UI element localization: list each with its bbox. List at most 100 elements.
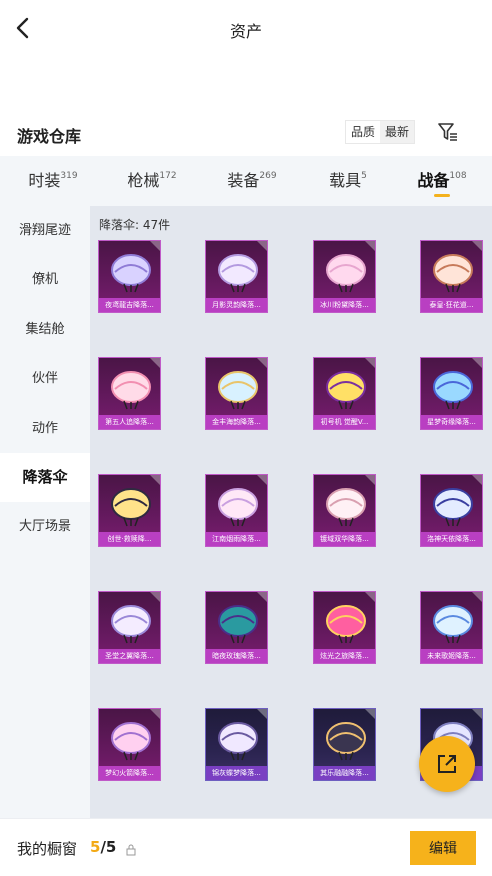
parachute-name: 金丰海韵降落... — [206, 415, 267, 429]
page-title: 资产 — [229, 22, 262, 41]
parachute-card[interactable]: 炫光之旅降落... — [313, 591, 376, 664]
parachute-icon — [433, 371, 473, 410]
parachute-icon — [326, 605, 366, 644]
parachute-icon — [218, 488, 258, 527]
parachute-icon — [218, 371, 258, 410]
filter-icon[interactable] — [437, 121, 459, 143]
parachute-card[interactable]: 创世·救赎降... — [98, 474, 161, 547]
parachute-icon — [326, 254, 366, 293]
lock-icon — [126, 841, 136, 856]
sort-latest-button[interactable]: 最新 — [380, 121, 415, 143]
category-tabs: 时装319 枪械172 装备269 载具5 战备108 — [0, 156, 492, 206]
parachute-card[interactable]: 其乐融融降落... — [313, 708, 376, 781]
parachute-card[interactable]: 第五人追降落... — [98, 357, 161, 430]
parachute-icon — [218, 605, 258, 644]
parachute-name: 江南烟雨降落... — [206, 532, 267, 546]
parachute-icon — [111, 371, 151, 410]
bottom-bar: 我的橱窗 5/5 编辑 — [0, 818, 492, 876]
parachute-name: 第五人追降落... — [99, 415, 160, 429]
parachute-card[interactable]: 未来歌姬降落... — [420, 591, 483, 664]
tab-label: 枪械 — [127, 171, 160, 190]
showcase-total: /5 — [100, 838, 117, 856]
tab-count: 172 — [159, 170, 177, 181]
parachute-name: 星梦奇缘降落... — [421, 415, 482, 429]
sort-quality-button[interactable]: 品质 — [346, 121, 380, 143]
showcase-used: 5 — [90, 838, 101, 856]
parachute-icon — [433, 488, 473, 527]
item-grid: 降落伞: 47件 夜鸢龍吉降落... 月影灵韵降落... 冰川粉黛降落... 泰皇·狂… — [90, 206, 492, 818]
top-bar: 资产 — [0, 0, 492, 58]
parachute-card[interactable]: 锦灰蝶梦降落... — [205, 708, 268, 781]
parachute-card[interactable]: 金丰海韵降落... — [205, 357, 268, 430]
parachute-card[interactable]: 江南烟雨降落... — [205, 474, 268, 547]
tab-equipment[interactable]: 装备269 — [204, 156, 300, 206]
parachute-icon — [326, 722, 366, 761]
sidebar-item-wingman[interactable]: 僚机 — [0, 255, 90, 304]
showcase-count: 5/5 — [90, 838, 116, 856]
tab-label: 时装 — [28, 171, 61, 190]
parachute-icon — [433, 605, 473, 644]
parachute-name: 圣堂之翼降落... — [99, 649, 160, 663]
parachute-name: 锦灰蝶梦降落... — [206, 766, 267, 780]
parachute-card[interactable]: 洛神天依降落... — [420, 474, 483, 547]
parachute-name: 创世·救赎降... — [99, 532, 160, 546]
parachute-card[interactable]: 星梦奇缘降落... — [420, 357, 483, 430]
parachute-icon — [218, 722, 258, 761]
parachute-card[interactable]: 冰川粉黛降落... — [313, 240, 376, 313]
parachute-card[interactable]: 初号机 觉醒V... — [313, 357, 376, 430]
tab-vehicles[interactable]: 载具5 — [300, 156, 396, 206]
warehouse-title: 游戏仓库 — [17, 127, 82, 146]
parachute-name: 梦幻火箭降落... — [99, 766, 160, 780]
parachute-name: 炫光之旅降落... — [314, 649, 375, 663]
parachute-card[interactable]: 圣堂之翼降落... — [98, 591, 161, 664]
parachute-card[interactable]: 暗夜玫瑰降落... — [205, 591, 268, 664]
tab-count: 319 — [60, 170, 78, 181]
tab-fashion[interactable]: 时装319 — [5, 156, 101, 206]
parachute-name: 泰皇·狂花道... — [421, 298, 482, 312]
sidebar-item-lobby-scene[interactable]: 大厅场景 — [0, 502, 90, 551]
tab-count: 269 — [259, 170, 277, 181]
parachute-name: 初号机 觉醒V... — [314, 415, 375, 429]
parachute-icon — [326, 488, 366, 527]
tab-label: 装备 — [227, 171, 260, 190]
showcase-label: 我的橱窗 — [17, 840, 78, 858]
parachute-icon — [111, 605, 151, 644]
sidebar-item-companion[interactable]: 伙伴 — [0, 354, 90, 403]
sidebar-item-pod[interactable]: 集结舱 — [0, 305, 90, 354]
parachute-card[interactable]: 月影灵韵降落... — [205, 240, 268, 313]
sidebar-item-glide-trail[interactable]: 滑翔尾迹 — [0, 206, 90, 255]
parachute-name: 冰川粉黛降落... — [314, 298, 375, 312]
parachute-name: 夜鸢龍吉降落... — [99, 298, 160, 312]
edit-button[interactable]: 编辑 — [410, 831, 476, 865]
parachute-card[interactable]: 夜鸢龍吉降落... — [98, 240, 161, 313]
parachute-icon — [326, 371, 366, 410]
parachute-name: 未来歌姬降落... — [421, 649, 482, 663]
tab-label: 战备 — [417, 171, 450, 190]
share-icon — [438, 755, 456, 773]
parachute-card[interactable]: 梦幻火箭降落... — [98, 708, 161, 781]
parachute-card[interactable]: 泰皇·狂花道... — [420, 240, 483, 313]
sidebar: 滑翔尾迹 僚机 集结舱 伙伴 动作 降落伞 大厅场景 — [0, 206, 90, 818]
parachute-icon — [218, 254, 258, 293]
share-button[interactable] — [419, 736, 475, 792]
sidebar-item-emote[interactable]: 动作 — [0, 404, 90, 453]
parachute-card[interactable]: 镀域双华降落... — [313, 474, 376, 547]
active-tab-indicator — [434, 194, 450, 197]
parachute-icon — [433, 254, 473, 293]
tab-count: 108 — [449, 170, 467, 181]
parachute-icon — [111, 488, 151, 527]
parachute-name: 月影灵韵降落... — [206, 298, 267, 312]
item-count-label: 降落伞: 47件 — [99, 218, 171, 232]
parachute-name: 洛神天依降落... — [421, 532, 482, 546]
tab-count: 5 — [361, 170, 367, 181]
parachute-name: 其乐融融降落... — [314, 766, 375, 780]
sidebar-item-parachute[interactable]: 降落伞 — [0, 452, 90, 503]
tab-guns[interactable]: 枪械172 — [104, 156, 200, 206]
sort-toggle: 品质 最新 — [345, 120, 416, 144]
parachute-icon — [111, 722, 151, 761]
tab-label: 载具 — [329, 171, 362, 190]
parachute-name: 镀域双华降落... — [314, 532, 375, 546]
tab-battle-prep[interactable]: 战备108 — [394, 156, 490, 206]
parachute-name: 暗夜玫瑰降落... — [206, 649, 267, 663]
parachute-icon — [111, 254, 151, 293]
